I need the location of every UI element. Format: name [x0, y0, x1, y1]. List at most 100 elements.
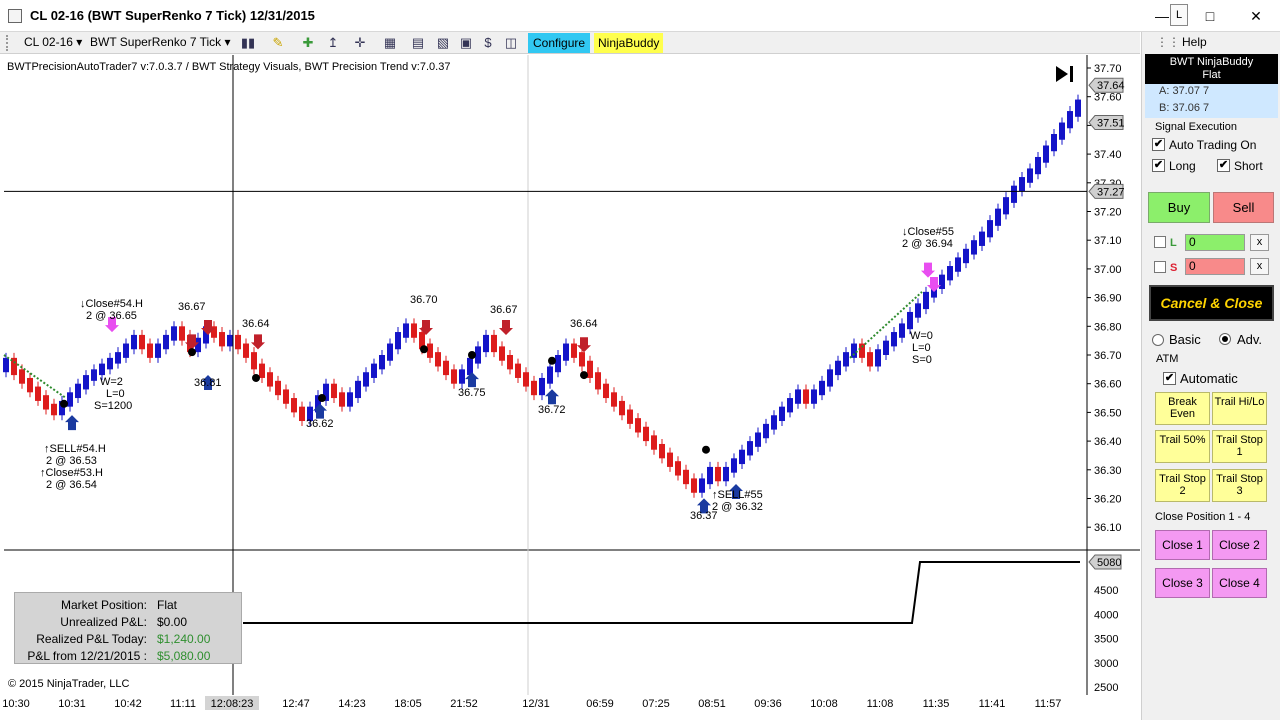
signal-arrow-up-icon — [545, 389, 559, 405]
renko-bar — [347, 392, 353, 407]
bid-line: B: 37.06 7 — [1159, 102, 1210, 114]
chevron-down-icon: ▾ — [224, 35, 231, 49]
chart-annotation: ↓Close#54.H — [80, 298, 143, 310]
renko-bar — [3, 357, 9, 373]
pnl-tick-label: 3000 — [1094, 658, 1118, 670]
unrealized-pnl-row: Unrealized P&L: $0.00 — [15, 615, 243, 632]
cancel-and-close-button[interactable]: Cancel & Close — [1149, 285, 1274, 321]
pivot-dot — [468, 351, 476, 359]
time-tick-label: 08:51 — [698, 698, 726, 710]
maximize-button[interactable]: □ — [1190, 0, 1230, 32]
dollar-icon[interactable]: $ — [480, 35, 496, 51]
renko-bar — [299, 406, 305, 422]
trail-hi-lo-button[interactable]: Trail Hi/Lo — [1212, 392, 1267, 425]
renko-bar — [987, 220, 993, 238]
renko-bar — [755, 432, 761, 447]
zoom-icon[interactable]: ✚ — [300, 35, 316, 51]
price-chart[interactable]: 37.7037.6037.5037.4037.3037.2037.1037.00… — [0, 55, 1140, 720]
renko-bar — [19, 369, 25, 384]
buy-button[interactable]: Buy — [1148, 192, 1210, 223]
close-position-label: Close Position 1 - 4 — [1155, 511, 1251, 523]
clear-long-qty-button[interactable]: x — [1250, 234, 1269, 251]
pnl-tag: 5080 — [1097, 557, 1121, 569]
panel-grip-icon[interactable]: ⋮⋮ — [1156, 35, 1180, 49]
close-4-button[interactable]: Close 4 — [1212, 568, 1267, 598]
renko-bar — [1043, 145, 1049, 163]
short-qty-input[interactable]: 0 — [1185, 258, 1245, 275]
close-window-button[interactable]: ✕ — [1236, 0, 1276, 32]
renko-bar — [403, 323, 409, 338]
basic-radio[interactable] — [1152, 334, 1164, 346]
chart-style-icon[interactable]: ▮▮ — [240, 35, 256, 51]
renko-bar — [787, 398, 793, 413]
ninjabuddy-button[interactable]: NinjaBuddy — [594, 33, 664, 53]
strategies-icon[interactable]: ▧ — [435, 35, 451, 51]
properties-icon[interactable]: ▦ — [382, 35, 398, 51]
crosshair-icon[interactable]: ✛ — [352, 35, 368, 51]
short-qty-checkbox[interactable] — [1154, 261, 1166, 273]
help-menu[interactable]: Help — [1182, 35, 1207, 49]
configure-button[interactable]: Configure — [528, 33, 591, 53]
drawing-pencil-icon[interactable]: ✎ — [270, 35, 286, 51]
close-1-button[interactable]: Close 1 — [1155, 530, 1210, 560]
toolbar-grip[interactable] — [6, 35, 10, 51]
chart-annotation: 36.67 — [178, 301, 206, 313]
clear-short-qty-button[interactable]: x — [1250, 258, 1269, 275]
pnl-tick-label: 4000 — [1094, 609, 1118, 621]
basic-label: Basic — [1169, 332, 1201, 347]
renko-bar — [979, 231, 985, 246]
trail-stop-2-button[interactable]: Trail Stop 2 — [1155, 469, 1210, 502]
renko-bar — [611, 392, 617, 407]
pnl-label: Market Position: — [60, 598, 147, 612]
long-qty-input[interactable]: 0 — [1185, 234, 1245, 251]
break-even-button[interactable]: Break Even — [1155, 392, 1210, 425]
close-3-button[interactable]: Close 3 — [1155, 568, 1210, 598]
renko-bar — [291, 398, 297, 413]
renko-bar — [899, 323, 905, 338]
pnl-value: $1,240.00 — [157, 632, 211, 646]
magnet-icon[interactable]: ↥ — [325, 35, 341, 51]
bar-type-dropdown[interactable]: BWT SuperRenko 7 Tick ▾ — [90, 35, 231, 49]
renko-bar — [395, 332, 401, 350]
renko-bar — [995, 208, 1001, 226]
automatic-checkbox[interactable]: ✔ — [1163, 372, 1176, 385]
renko-bar — [27, 377, 33, 393]
data-box-icon[interactable]: ◫ — [503, 35, 519, 51]
crosshair-price-tag: 37.27 — [1097, 186, 1125, 198]
adv-radio[interactable] — [1219, 333, 1231, 345]
bar-type-label: BWT SuperRenko 7 Tick — [90, 35, 222, 49]
pivot-dot — [60, 399, 68, 408]
renko-bar — [763, 423, 769, 439]
renko-bar — [675, 461, 681, 476]
instrument-dropdown[interactable]: CL 02-16 ▾ — [24, 35, 82, 49]
trail-50-button[interactable]: Trail 50% — [1155, 430, 1210, 463]
renko-bar — [1011, 185, 1017, 203]
chart-annotation: 2 @ 36.54 — [46, 479, 97, 491]
price-tick-label: 37.70 — [1094, 63, 1122, 75]
short-checkbox[interactable]: ✔ — [1217, 159, 1230, 172]
renko-bar — [163, 334, 169, 350]
renko-bar — [683, 469, 689, 485]
auto-trading-checkbox[interactable]: ✔ — [1152, 138, 1165, 151]
long-checkbox[interactable]: ✔ — [1152, 159, 1165, 172]
sell-button[interactable]: Sell — [1213, 192, 1274, 223]
renko-bar — [651, 435, 657, 450]
renko-bar — [363, 372, 369, 387]
pin-button[interactable]: L — [1170, 4, 1188, 26]
long-qty-checkbox[interactable] — [1154, 236, 1166, 248]
price-tick-label: 36.50 — [1094, 407, 1122, 419]
pivot-dot — [548, 356, 556, 365]
trail-stop-3-button[interactable]: Trail Stop 3 — [1212, 469, 1267, 502]
close-2-button[interactable]: Close 2 — [1212, 530, 1267, 560]
renko-bar — [379, 355, 385, 370]
trail-stop-1-button[interactable]: Trail Stop 1 — [1212, 430, 1267, 463]
pnl-tick-label: 2500 — [1094, 682, 1118, 694]
price-tick-label: 37.40 — [1094, 149, 1122, 161]
indicators-icon[interactable]: ▤ — [410, 35, 426, 51]
chart-annotation: W=0 — [910, 330, 933, 342]
renko-bar — [1035, 156, 1041, 175]
renko-bar — [371, 363, 377, 378]
renko-bar — [691, 478, 697, 493]
time-tick-label: 14:23 — [338, 698, 366, 710]
screenshot-icon[interactable]: ▣ — [458, 35, 474, 51]
